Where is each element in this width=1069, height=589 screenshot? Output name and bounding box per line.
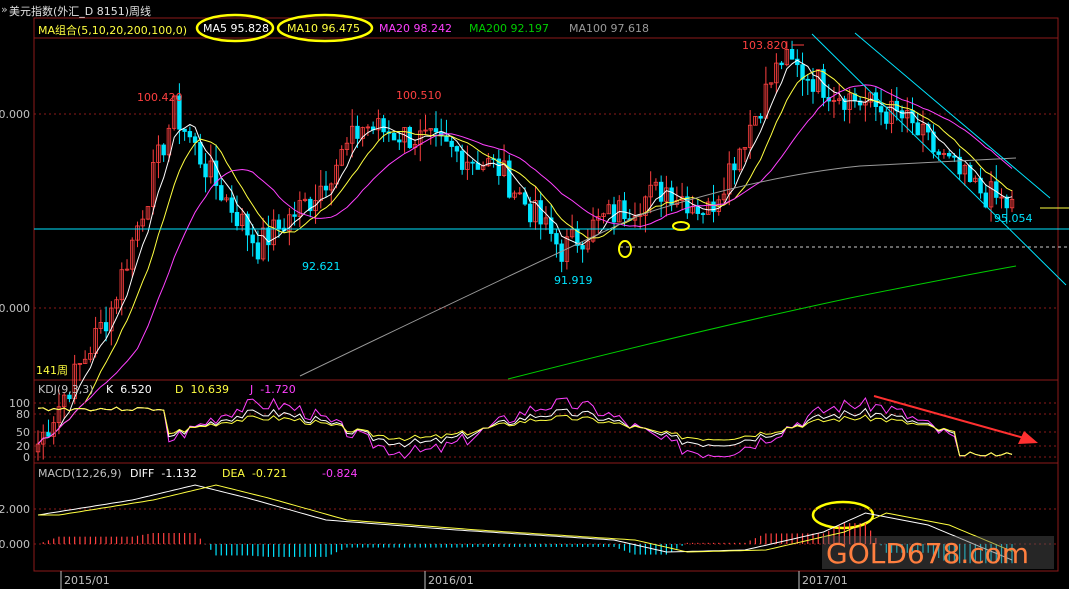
macd-diff-value: DIFF -1.132 (130, 467, 197, 480)
candle-down (559, 243, 564, 262)
candle-down (391, 132, 397, 141)
bar-count-label: 141周 (36, 364, 68, 377)
candle-down (758, 115, 763, 119)
candle-down (444, 135, 449, 142)
window-title: 美元指数(外汇_D 8151)周线 (9, 5, 152, 18)
candle-down (323, 185, 329, 191)
ma100-legend: MA100 97.618 (569, 22, 650, 35)
macd-label: MACD(12,26,9) (38, 467, 122, 480)
candle-down (276, 219, 282, 229)
kdj-axis-tick: 80 (16, 408, 30, 421)
candle-down (229, 197, 234, 213)
price-annotation: 95.054 (994, 212, 1033, 225)
price-chart: 0.000 0.000 100.420 100.510 103.820 92.621 91.… (0, 13, 1069, 589)
candle-down (234, 211, 240, 227)
kdj-axis-tick: 50 (16, 426, 30, 439)
kdj-j-value: J -1.720 (250, 383, 296, 396)
kdj-k-value: K 6.520 (106, 383, 152, 396)
time-axis-label: 2015/01 (64, 574, 110, 587)
candle-down (884, 111, 889, 124)
candle-down (203, 163, 208, 178)
macd-axis-tick: 0.000 (0, 538, 30, 551)
time-axis-label: 2016/01 (428, 574, 474, 587)
candle-down (198, 142, 203, 165)
candle-down (878, 106, 884, 113)
macd-cross-ellipse (811, 500, 875, 530)
down-arrow-head (1018, 431, 1038, 444)
price-annotation: 100.420 (137, 91, 183, 104)
candle-down (449, 140, 454, 147)
candle-down (779, 62, 784, 66)
ma10-legend: MA10 96.475 (287, 22, 361, 35)
candle-down (732, 163, 737, 171)
candle-down (470, 161, 475, 164)
chart-window: 0.000 0.000 100.420 100.510 103.820 92.621 91.… (0, 0, 1069, 589)
candle-down (695, 206, 701, 214)
candle-down (658, 181, 664, 202)
ma20-legend: MA20 98.242 (379, 22, 453, 35)
macd-axis-tick: 2.000 (0, 503, 30, 516)
candle-down (103, 322, 109, 332)
macd-dea-value: DEA -0.721 (222, 467, 288, 480)
candle-down (46, 431, 51, 437)
candle-down (397, 139, 402, 143)
low-highlight-ellipse (618, 240, 632, 258)
kdj-label: KDJ(9,3,3) (38, 383, 94, 396)
time-axis-label: 2017/01 (802, 574, 848, 587)
candle-down (528, 203, 533, 223)
candle-down (915, 122, 920, 136)
candle-down (292, 214, 297, 217)
candle-down (219, 185, 224, 201)
ma100-line (299, 157, 1017, 377)
candle-down (538, 200, 543, 225)
candle-down (182, 128, 187, 132)
ma-group-label: MA组合(5,10,20,200,100,0) (38, 24, 188, 37)
price-axis-tick: 0.000 (0, 108, 30, 121)
candle-down (355, 125, 360, 139)
candle-down (611, 204, 617, 223)
price-axis-tick: 0.000 (0, 302, 30, 315)
candle-down (805, 78, 810, 81)
price-annotation: 100.510 (396, 89, 442, 102)
candle-down (899, 110, 905, 119)
candle-down (700, 213, 706, 215)
kdj-axis-tick: 0 (23, 451, 30, 464)
price-annotation: 103.820 (742, 39, 788, 52)
watermark-text: GOLD678.com (826, 537, 1029, 570)
ma5-legend: MA5 95.828 (203, 22, 270, 35)
candle-down (810, 79, 816, 92)
price-annotation: 92.621 (302, 260, 341, 273)
candle-down (161, 144, 166, 156)
candle-down (433, 128, 439, 133)
candle-down (255, 242, 261, 260)
candle-down (554, 233, 559, 245)
candle-down (250, 234, 255, 244)
candle-down (873, 92, 879, 107)
candle-down (789, 49, 795, 60)
candle-down (454, 146, 460, 152)
candle-down (936, 151, 941, 155)
ma200-legend: MA200 92.197 (469, 22, 550, 35)
kdj-d-value: D 10.639 (175, 383, 229, 396)
candle-down (522, 192, 528, 205)
price-annotation: 91.919 (554, 274, 593, 287)
candle-down (192, 136, 198, 143)
window-prefix: » (1, 3, 8, 16)
candle-down (187, 131, 193, 138)
macd-value: -0.824 (322, 467, 358, 480)
candle-down (685, 196, 690, 214)
candle-down (459, 150, 465, 170)
candle-down (580, 245, 585, 250)
candle-down (381, 118, 386, 133)
kdj-j-line (37, 396, 1013, 460)
candle-down (994, 181, 999, 198)
candle-down (946, 152, 952, 157)
candle-down (622, 200, 627, 220)
